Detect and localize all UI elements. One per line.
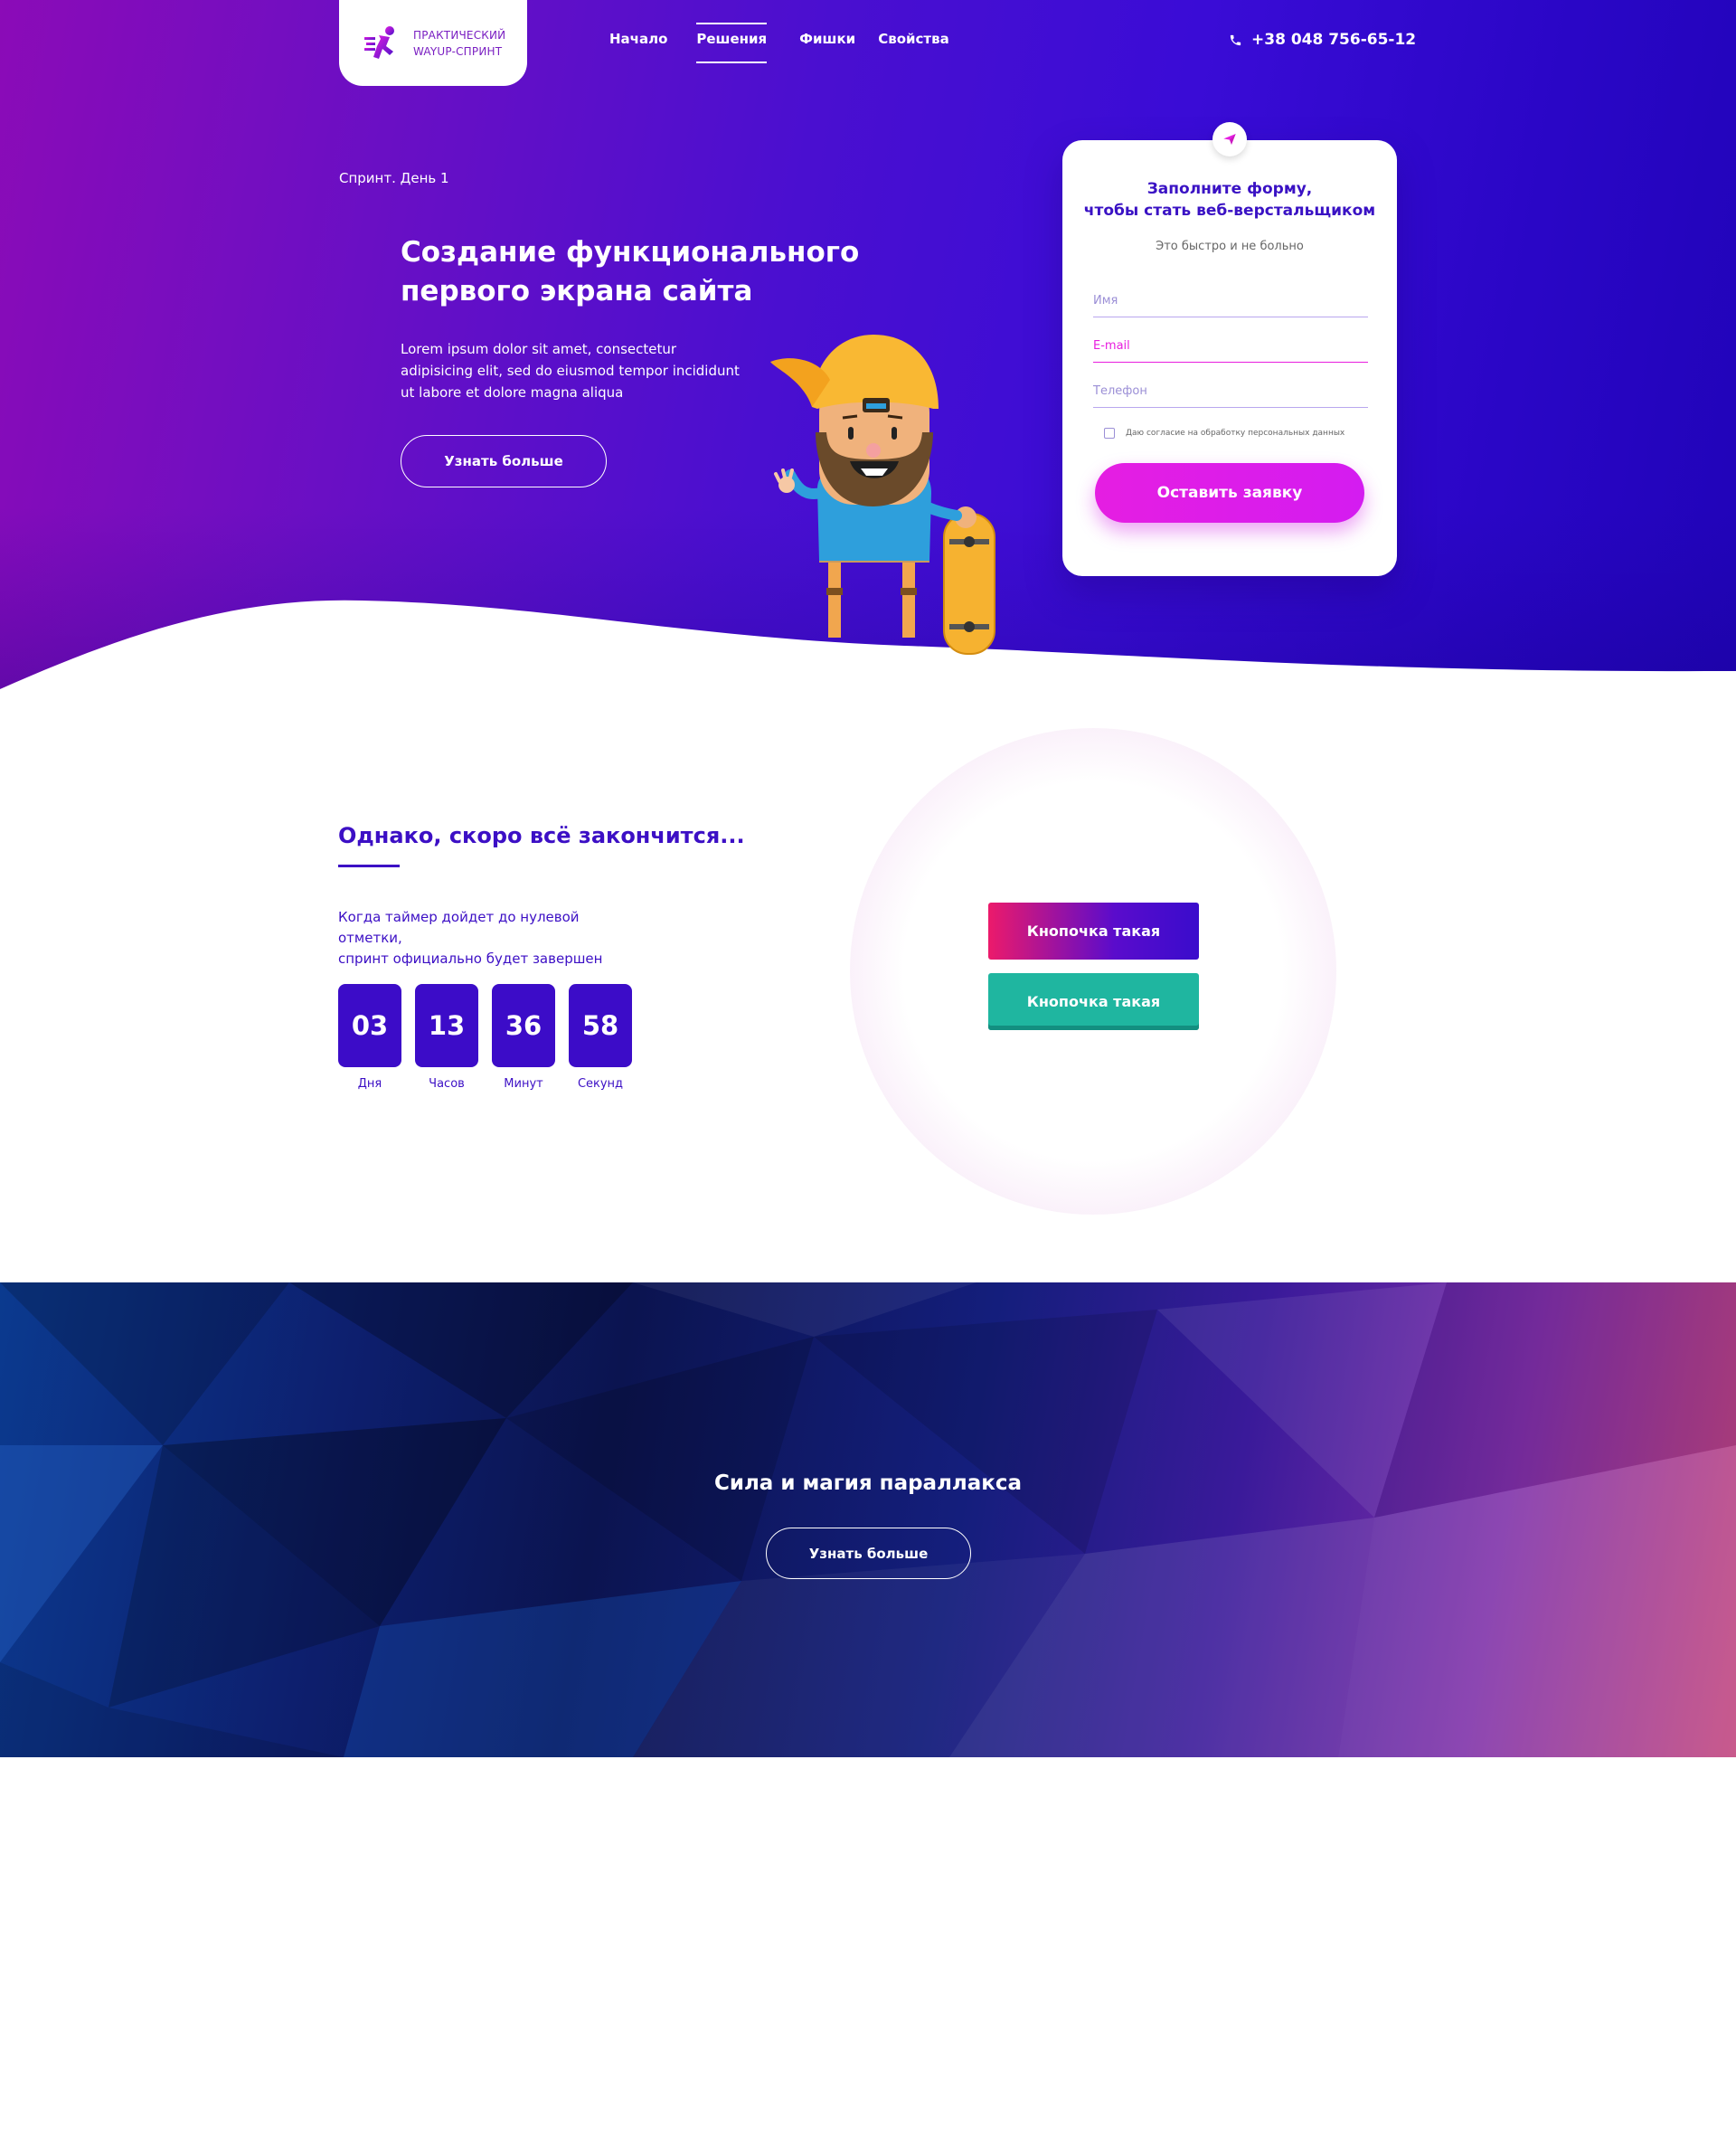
polygon-background [0, 1282, 1736, 1757]
consent-label: Даю согласие на обработку персональных д… [1126, 429, 1345, 438]
paper-plane-icon [1223, 134, 1236, 145]
parallax-learn-more-button[interactable]: Узнать больше [766, 1528, 971, 1579]
timer-value: 03 [338, 984, 401, 1067]
nav-item-start[interactable]: Начало [609, 31, 667, 47]
parallax-title: Сила и магия параллакса [713, 1471, 1023, 1495]
page-title: Создание функционального первого экрана … [401, 233, 889, 311]
countdown-description-line1: Когда таймер дойдет до нулевой отметки, [338, 909, 580, 946]
form-title-line2: чтобы стать веб-верстальщиком [1083, 202, 1376, 220]
countdown-title: Однако, скоро всё закончится... [338, 823, 745, 848]
timer-label: Минут [504, 1077, 543, 1091]
form-title-line1: Заполните форму, [1146, 180, 1313, 198]
email-field[interactable]: E-mail [1093, 330, 1368, 363]
nav-item-properties[interactable]: Свойства [878, 31, 949, 47]
main-nav: Начало Решения Фишки Свойства [609, 23, 949, 63]
phone-contact[interactable]: +38 048 756-65-12 [1229, 31, 1416, 49]
timer-label: Часов [429, 1077, 465, 1091]
form-title: Заполните форму, чтобы стать веб-верстал… [1062, 178, 1397, 222]
timer-value: 58 [569, 984, 632, 1067]
gradient-demo-button[interactable]: Кнопочка такая [988, 903, 1199, 960]
timer-value: 13 [415, 984, 478, 1067]
hero-description: Lorem ipsum dolor sit amet, consectetur … [401, 341, 740, 401]
phone-number: +38 048 756-65-12 [1251, 31, 1417, 49]
timer-seconds: 58 Секунд [569, 984, 632, 1091]
nav-item-solutions[interactable]: Решения [696, 23, 767, 63]
page-title-line1: Создание функционального [401, 236, 860, 269]
hero-section: ПРАКТИЧЕСКИЙ WAYUP-СПРИНТ Начало Решения… [0, 0, 1736, 692]
timer-minutes: 36 Минут [492, 984, 555, 1091]
timer-value: 36 [492, 984, 555, 1067]
consent-row: Даю согласие на обработку персональных д… [1104, 428, 1344, 439]
decorative-circle [850, 728, 1336, 1215]
timer-hours: 13 Часов [415, 984, 478, 1091]
send-badge [1212, 122, 1247, 156]
parallax-section [0, 1282, 1736, 1757]
logo-line1: ПРАКТИЧЕСКИЙ [413, 28, 506, 42]
learn-more-button[interactable]: Узнать больше [401, 435, 607, 487]
runner-logo-icon [364, 25, 394, 59]
phone-field[interactable]: Телефон [1093, 375, 1368, 408]
submit-button[interactable]: Оставить заявку [1095, 463, 1364, 523]
form-subtitle: Это быстро и не больно [1156, 240, 1304, 253]
timer-days: 03 Дня [338, 984, 401, 1091]
logo-line2: WAYUP-СПРИНТ [413, 44, 503, 58]
consent-checkbox[interactable] [1104, 428, 1115, 439]
countdown-timer: 03 Дня 13 Часов 36 Минут 58 Секунд [338, 984, 632, 1091]
countdown-description: Когда таймер дойдет до нулевой отметки, … [338, 907, 646, 970]
breadcrumb: Спринт. День 1 [339, 170, 449, 186]
name-field[interactable]: Имя [1093, 285, 1368, 317]
timer-label: Дня [357, 1077, 382, 1091]
teal-demo-button[interactable]: Кнопочка такая [988, 973, 1199, 1030]
logo[interactable]: ПРАКТИЧЕСКИЙ WAYUP-СПРИНТ [339, 0, 527, 86]
nav-item-features[interactable]: Фишки [799, 31, 855, 47]
timer-label: Секунд [577, 1077, 624, 1091]
page-title-line2: первого экрана сайта [401, 275, 753, 307]
phone-icon [1230, 34, 1241, 45]
signup-form: Заполните форму, чтобы стать веб-верстал… [1062, 122, 1397, 576]
skater-character-illustration [770, 335, 995, 655]
title-underline [338, 865, 400, 867]
countdown-description-line2: спринт официально будет завершен [338, 951, 603, 967]
